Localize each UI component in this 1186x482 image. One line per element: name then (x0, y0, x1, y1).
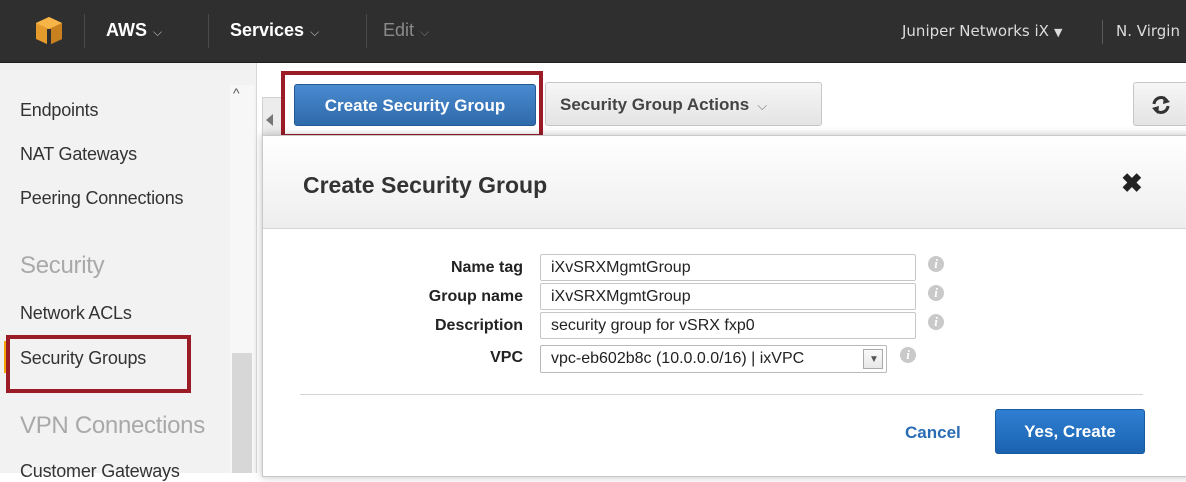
region-menu[interactable]: N. Virgin (1116, 22, 1180, 40)
info-icon[interactable]: i (928, 314, 944, 330)
services-menu[interactable]: Services ⌵ (230, 20, 319, 41)
account-menu-label: Juniper Networks iX (902, 22, 1049, 40)
chevron-down-icon[interactable]: ▼ (863, 349, 883, 369)
sidebar-section-vpn-connections: VPN Connections (20, 412, 205, 439)
security-group-actions-button[interactable]: Security Group Actions ⌵ (545, 82, 822, 126)
scroll-up-arrow-icon[interactable]: ^ (233, 85, 240, 101)
vpc-select-value: vpc-eb602b8c (10.0.0.0/16) | ixVPC (551, 350, 805, 367)
group-name-input[interactable] (540, 283, 916, 310)
refresh-icon (1152, 96, 1170, 114)
sidebar-item-peering-connections[interactable]: Peering Connections (20, 188, 184, 209)
name-tag-label: Name tag (450, 259, 523, 276)
edit-menu-label: Edit (383, 20, 415, 40)
description-label: Description (434, 317, 523, 334)
aws-menu[interactable]: AWS ⌵ (106, 20, 162, 41)
region-menu-label: N. Virgin (1116, 22, 1180, 40)
vpc-select[interactable]: vpc-eb602b8c (10.0.0.0/16) | ixVPC ▼ (540, 345, 887, 373)
caret-down-icon: ▼ (1053, 26, 1063, 39)
info-icon[interactable]: i (900, 347, 916, 363)
group-name-label: Group name (428, 288, 523, 305)
dialog-title: Create Security Group (303, 172, 548, 198)
services-menu-label: Services (230, 20, 305, 40)
sidebar-item-customer-gateways[interactable]: Customer Gateways (20, 461, 180, 482)
close-icon[interactable]: ✖ (1121, 168, 1143, 199)
aws-cube-icon[interactable] (34, 15, 64, 47)
top-navigation-bar: AWS ⌵ Services ⌵ Edit ⌵ Juniper Networks iX… (0, 0, 1186, 63)
collapse-sidebar-button[interactable] (262, 97, 281, 139)
chevron-down-icon: ⌵ (153, 25, 163, 39)
yes-create-button[interactable]: Yes, Create (995, 409, 1145, 454)
description-input[interactable] (540, 312, 916, 339)
name-tag-input[interactable] (540, 254, 916, 281)
refresh-button[interactable] (1133, 82, 1186, 126)
cancel-button[interactable]: Cancel (905, 423, 961, 443)
sidebar-item-network-acls[interactable]: Network ACLs (20, 303, 132, 324)
dialog-header: Create Security Group ✖ (263, 136, 1186, 229)
highlight-create-button (281, 71, 543, 138)
edit-menu[interactable]: Edit ⌵ (383, 20, 429, 41)
chevron-down-icon: ⌵ (420, 25, 430, 39)
aws-menu-label: AWS (106, 20, 148, 40)
sidebar-item-endpoints[interactable]: Endpoints (20, 100, 98, 121)
sidebar-section-security: Security (20, 252, 105, 279)
highlight-security-groups (6, 335, 191, 393)
account-menu[interactable]: Juniper Networks iX ▼ (902, 22, 1062, 40)
info-icon[interactable]: i (928, 256, 944, 272)
security-group-actions-label: Security Group Actions (560, 95, 750, 114)
dialog-divider (300, 394, 1143, 395)
sidebar-item-nat-gateways[interactable]: NAT Gateways (20, 144, 137, 165)
info-icon[interactable]: i (928, 285, 944, 301)
chevron-down-icon: ⌵ (757, 98, 768, 113)
collapse-arrow-icon (266, 114, 273, 126)
vpc-label: VPC (490, 349, 523, 366)
chevron-down-icon: ⌵ (310, 25, 320, 39)
sidebar: Endpoints NAT Gateways Peering Connectio… (0, 63, 257, 481)
sidebar-scrollbar-thumb[interactable] (232, 353, 252, 473)
